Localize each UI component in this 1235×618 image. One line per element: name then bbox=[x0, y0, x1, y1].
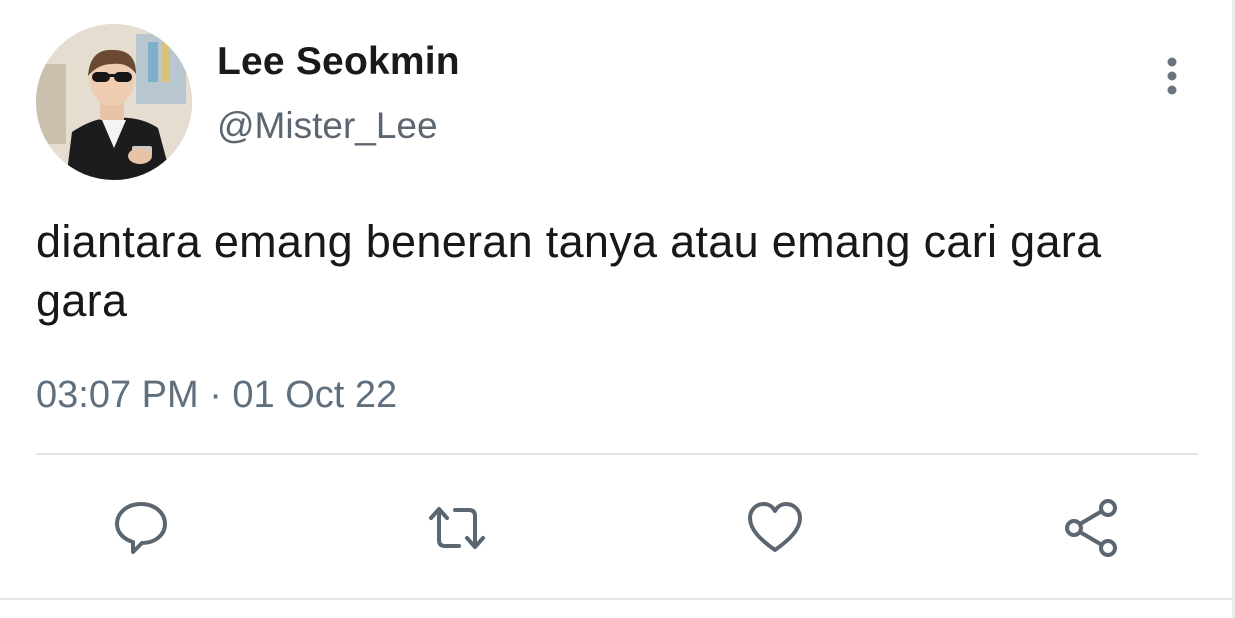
tweet-timestamp[interactable]: 03:07 PM · 01 Oct 22 bbox=[36, 374, 397, 417]
more-options-button[interactable] bbox=[1150, 52, 1194, 100]
reply-button[interactable] bbox=[109, 496, 173, 560]
tweet-card: Lee Seokmin @Mister_Lee diantara emang b… bbox=[0, 0, 1235, 618]
share-icon bbox=[1065, 499, 1117, 557]
tweet-text: diantara emang beneran tanya atau emang … bbox=[36, 216, 1102, 326]
avatar[interactable] bbox=[36, 24, 192, 180]
like-button[interactable] bbox=[743, 496, 807, 560]
more-vertical-icon bbox=[1167, 57, 1177, 95]
author-handle[interactable]: @Mister_Lee bbox=[217, 105, 438, 147]
retweet-button[interactable] bbox=[425, 496, 489, 560]
heart-icon bbox=[748, 502, 802, 552]
bottom-divider bbox=[0, 598, 1235, 600]
retweet-icon bbox=[429, 507, 485, 549]
share-button[interactable] bbox=[1060, 496, 1124, 560]
avatar-photo bbox=[36, 24, 192, 180]
divider bbox=[36, 453, 1198, 455]
reply-icon bbox=[115, 502, 167, 554]
author-display-name[interactable]: Lee Seokmin bbox=[217, 40, 460, 84]
